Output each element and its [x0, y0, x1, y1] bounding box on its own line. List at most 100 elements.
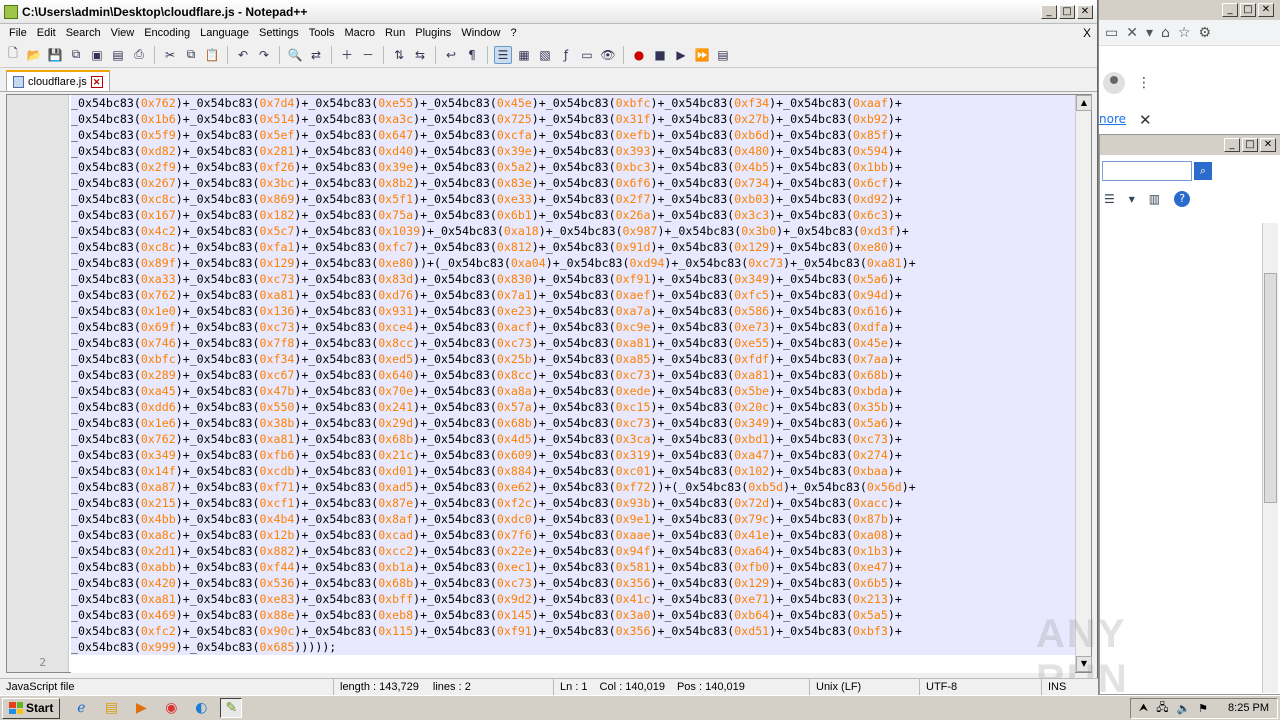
avatar[interactable] — [1103, 72, 1125, 94]
volume-icon[interactable]: 🔈 — [1176, 702, 1190, 715]
network-icon[interactable]: 🖧 — [1156, 699, 1168, 718]
menu-tools[interactable]: Tools — [304, 27, 340, 39]
replace-icon[interactable]: ⇄ — [307, 46, 325, 64]
print-icon[interactable]: ⎙ — [130, 46, 148, 64]
menu-plugins[interactable]: Plugins — [410, 27, 456, 39]
media-player-icon[interactable]: ▶ — [130, 698, 152, 718]
chrome-icon[interactable]: ◉ — [160, 698, 182, 718]
code-line[interactable]: _0x54bc83(0xbfc)+_0x54bc83(0xf34)+_0x54b… — [71, 351, 1075, 367]
dialog-scrollbar[interactable] — [1262, 223, 1278, 693]
file-explorer-icon[interactable]: ▤ — [100, 698, 122, 718]
tray-arrow-icon[interactable]: ⮝ — [1139, 702, 1148, 715]
play-macro-icon[interactable]: ▶ — [672, 46, 690, 64]
more-link[interactable]: nore — [1099, 112, 1126, 126]
code-line[interactable]: _0x54bc83(0x2d1)+_0x54bc83(0x882)+_0x54b… — [71, 543, 1075, 559]
close-all-icon[interactable]: ▤ — [109, 46, 127, 64]
maximize-button[interactable]: □ — [1059, 4, 1075, 19]
code-line[interactable]: _0x54bc83(0x215)+_0x54bc83(0xcf1)+_0x54b… — [71, 495, 1075, 511]
folder-workspace-icon[interactable]: ▭ — [578, 46, 596, 64]
paste-icon[interactable]: 📋 — [203, 46, 221, 64]
menu-settings[interactable]: Settings — [254, 27, 304, 39]
save-icon[interactable]: 💾 — [46, 46, 64, 64]
undo-icon[interactable]: ↶ — [234, 46, 252, 64]
code-line[interactable]: _0x54bc83(0xd82)+_0x54bc83(0x281)+_0x54b… — [71, 143, 1075, 159]
code-line[interactable]: _0x54bc83(0x89f)+_0x54bc83(0x129)+_0x54b… — [71, 255, 1075, 271]
tab-close-icon[interactable]: ✕ — [1126, 25, 1138, 41]
code-line[interactable]: _0x54bc83(0xfc2)+_0x54bc83(0x90c)+_0x54b… — [71, 623, 1075, 639]
code-line[interactable]: _0x54bc83(0x746)+_0x54bc83(0x7f8)+_0x54b… — [71, 335, 1075, 351]
close-button[interactable]: ✕ — [1077, 4, 1093, 19]
code-line[interactable]: _0x54bc83(0x1e6)+_0x54bc83(0x38b)+_0x54b… — [71, 415, 1075, 431]
code-line[interactable]: _0x54bc83(0x469)+_0x54bc83(0x88e)+_0x54b… — [71, 607, 1075, 623]
code-line[interactable]: _0x54bc83(0xdd6)+_0x54bc83(0x550)+_0x54b… — [71, 399, 1075, 415]
code-line[interactable]: _0x54bc83(0x1e0)+_0x54bc83(0x136)+_0x54b… — [71, 303, 1075, 319]
minimize-button[interactable]: _ — [1041, 4, 1057, 19]
stop-macro-icon[interactable]: ■ — [651, 46, 669, 64]
zoom-in-icon[interactable]: ＋ — [338, 46, 356, 64]
monitoring-icon[interactable]: 👁 — [599, 46, 617, 64]
minimize-button[interactable]: _ — [1222, 3, 1238, 17]
dialog-restore-button[interactable]: □ — [1242, 138, 1258, 152]
code-line[interactable]: _0x54bc83(0x5f9)+_0x54bc83(0x5ef)+_0x54b… — [71, 127, 1075, 143]
dialog-scroll-thumb[interactable] — [1264, 273, 1277, 503]
word-wrap-icon[interactable]: ↩ — [442, 46, 460, 64]
menu-window[interactable]: Window — [456, 27, 505, 39]
code-line[interactable]: _0x54bc83(0x167)+_0x54bc83(0x182)+_0x54b… — [71, 207, 1075, 223]
tab-strip-icon[interactable]: ▭ — [1105, 25, 1118, 41]
code-line[interactable]: _0x54bc83(0x4bb)+_0x54bc83(0x4b4)+_0x54b… — [71, 511, 1075, 527]
code-line[interactable]: _0x54bc83(0x69f)+_0x54bc83(0xc73)+_0x54b… — [71, 319, 1075, 335]
redo-icon[interactable]: ↷ — [255, 46, 273, 64]
panel-icon[interactable]: ▥ — [1149, 192, 1160, 206]
restore-button[interactable]: □ — [1240, 3, 1256, 17]
save-all-icon[interactable]: ⧉ — [67, 46, 85, 64]
close-icon[interactable]: ✕ — [1139, 111, 1152, 129]
action-center-icon[interactable]: ⚑ — [1198, 702, 1208, 715]
internet-explorer-icon[interactable]: ℯ — [70, 698, 92, 718]
function-list-icon[interactable]: ƒ — [557, 46, 575, 64]
more-menu-icon[interactable]: ⋮ — [1137, 75, 1151, 91]
code-line-2[interactable] — [71, 655, 1075, 673]
code-line[interactable]: _0x54bc83(0xc8c)+_0x54bc83(0x869)+_0x54b… — [71, 191, 1075, 207]
code-line[interactable]: _0x54bc83(0xa33)+_0x54bc83(0xc73)+_0x54b… — [71, 271, 1075, 287]
code-line[interactable]: _0x54bc83(0x762)+_0x54bc83(0xa81)+_0x54b… — [71, 287, 1075, 303]
run-macro-multiple-icon[interactable]: ⏩ — [693, 46, 711, 64]
menu-file[interactable]: File — [4, 27, 32, 39]
code-line[interactable]: _0x54bc83(0xc8c)+_0x54bc83(0xfa1)+_0x54b… — [71, 239, 1075, 255]
close-button[interactable]: ✕ — [1258, 3, 1274, 17]
code-line-last[interactable]: _0x54bc83(0x999)+_0x54bc83(0x685))))); — [71, 639, 1075, 655]
new-file-icon[interactable]: 🗋 — [4, 46, 22, 64]
tab-cloudflare-js[interactable]: cloudflare.js ✕ — [6, 70, 110, 91]
menu-macro[interactable]: Macro — [339, 27, 380, 39]
editor-pane[interactable]: 2 _0x54bc83(0x762)+_0x54bc83(0x7d4)+_0x5… — [6, 94, 1092, 673]
dropdown-icon[interactable]: ▾ — [1129, 192, 1135, 206]
code-line[interactable]: _0x54bc83(0xa8c)+_0x54bc83(0x12b)+_0x54b… — [71, 527, 1075, 543]
clock[interactable]: 8:25 PM — [1228, 702, 1269, 714]
start-button[interactable]: Start — [2, 697, 61, 719]
dialog-close-button[interactable]: ✕ — [1260, 138, 1276, 152]
settings-icon[interactable]: ⚙ — [1198, 25, 1211, 41]
save-macro-icon[interactable]: ▤ — [714, 46, 732, 64]
help-icon[interactable]: ? — [1174, 191, 1191, 207]
menu-view[interactable]: View — [106, 27, 140, 39]
code-line[interactable]: _0x54bc83(0xa87)+_0x54bc83(0xf71)+_0x54b… — [71, 479, 1075, 495]
record-macro-icon[interactable]: ● — [630, 46, 648, 64]
code-line[interactable]: _0x54bc83(0x4c2)+_0x54bc83(0x5c7)+_0x54b… — [71, 223, 1075, 239]
code-line[interactable]: _0x54bc83(0x420)+_0x54bc83(0x536)+_0x54b… — [71, 575, 1075, 591]
dropdown-icon[interactable]: ▾ — [1146, 25, 1153, 41]
code-line[interactable]: _0x54bc83(0x1b6)+_0x54bc83(0x514)+_0x54b… — [71, 111, 1075, 127]
close-document-button[interactable]: X — [1078, 26, 1097, 40]
cut-icon[interactable]: ✂ — [161, 46, 179, 64]
close-file-icon[interactable]: ▣ — [88, 46, 106, 64]
menu-help[interactable]: ? — [505, 27, 521, 39]
sync-horizontal-icon[interactable]: ⇆ — [411, 46, 429, 64]
dialog-minimize-button[interactable]: _ — [1224, 138, 1240, 152]
dialog-search-input[interactable] — [1102, 161, 1192, 181]
home-icon[interactable]: ⌂ — [1161, 25, 1170, 41]
show-all-chars-icon[interactable]: ¶ — [463, 46, 481, 64]
sync-vertical-icon[interactable]: ⇅ — [390, 46, 408, 64]
code-line[interactable]: _0x54bc83(0xa81)+_0x54bc83(0xe83)+_0x54b… — [71, 591, 1075, 607]
code-line[interactable]: _0x54bc83(0x762)+_0x54bc83(0xa81)+_0x54b… — [71, 431, 1075, 447]
find-icon[interactable]: 🔍 — [286, 46, 304, 64]
code-line[interactable]: _0x54bc83(0xabb)+_0x54bc83(0xf44)+_0x54b… — [71, 559, 1075, 575]
menu-search[interactable]: Search — [61, 27, 106, 39]
